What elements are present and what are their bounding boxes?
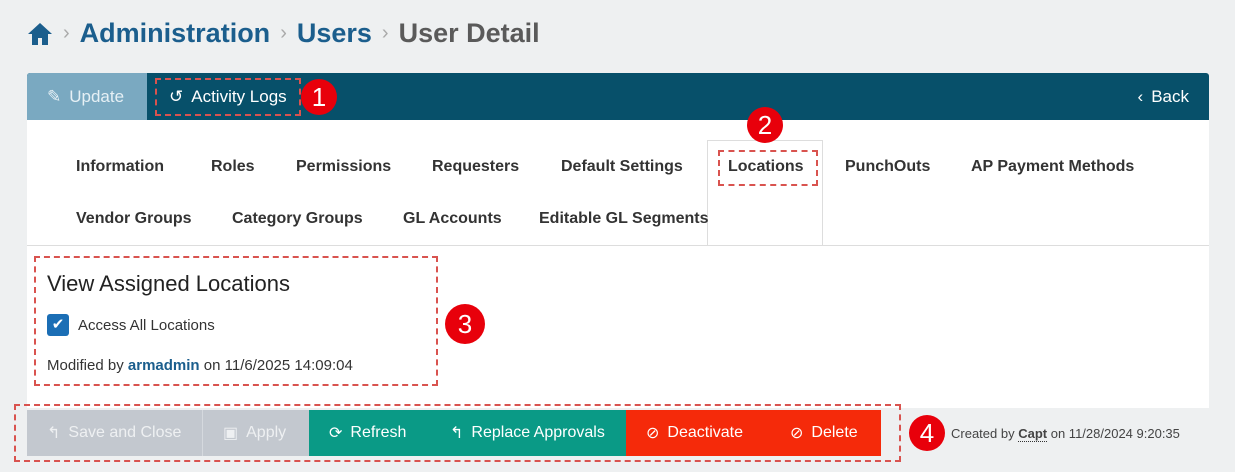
annotation-4: 4 [909,415,945,451]
reply-icon: ↰ [47,425,61,442]
update-label: Update [69,86,125,106]
chevron-right-icon: › [381,22,389,44]
chevron-right-icon: › [63,22,70,44]
reply-icon: ↰ [450,425,464,442]
tab-category-groups[interactable]: Category Groups [232,210,363,228]
replace-approvals-label: Replace Approvals [471,424,605,441]
modified-suffix: on 11/6/2025 14:09:04 [203,357,353,374]
created-user[interactable]: Capt [1018,426,1048,442]
created-suffix: on 11/28/2024 9:20:35 [1050,426,1180,441]
breadcrumb-users[interactable]: Users [297,18,372,49]
tab-ap-payment-methods[interactable]: AP Payment Methods [971,158,1134,176]
tab-permissions[interactable]: Permissions [296,158,391,176]
tab-punchouts[interactable]: PunchOuts [845,158,930,176]
ban-icon: ⊘ [646,425,660,442]
page-title: User Detail [398,18,540,48]
tab-gl-accounts[interactable]: GL Accounts [403,210,502,228]
chevron-left-icon: ‹ [1137,86,1144,106]
update-button[interactable]: ✎ Update [27,73,147,120]
modified-prefix: Modified by [47,357,124,374]
deactivate-label: Deactivate [667,424,743,441]
replace-approvals-button[interactable]: ↰ Replace Approvals [430,410,626,456]
save-icon: ▣ [223,425,239,442]
created-info: Created by Capt on 11/28/2024 9:20:35 [951,426,1180,442]
access-all-checkbox[interactable]: ✔ [47,314,69,336]
edit-icon: ✎ [47,86,62,106]
annotation-1: 1 [301,79,337,115]
ban-icon: ⊘ [790,425,804,442]
refresh-label: Refresh [350,424,407,441]
checkbox-label: Access All Locations [78,317,215,334]
refresh-icon: ⟳ [329,425,343,442]
tab-requesters[interactable]: Requesters [432,158,519,176]
annotation-2: 2 [747,107,783,143]
created-prefix: Created by [951,426,1015,441]
apply-button[interactable]: ▣ Apply [203,410,309,456]
breadcrumb-administration[interactable]: Administration [80,18,271,49]
footer-buttons: ↰ Save and Close ▣ Apply ⟳ Refresh ↰ Replace… [27,410,881,456]
back-button[interactable]: ‹ Back [1118,73,1209,120]
back-label: Back [1151,86,1189,106]
chevron-right-icon: › [280,22,287,44]
tab-information[interactable]: Information [76,158,164,176]
tab-locations[interactable]: Locations [728,158,804,176]
annotation-3: 3 [445,304,485,344]
delete-label: Delete [811,424,858,441]
tab-default-settings[interactable]: Default Settings [561,158,683,176]
tab-vendor-groups[interactable]: Vendor Groups [76,210,192,228]
tab-roles[interactable]: Roles [211,158,255,176]
divider [27,245,1209,246]
refresh-button[interactable]: ⟳ Refresh [309,410,430,456]
delete-button[interactable]: ⊘ Delete [770,410,881,456]
history-icon: ↺ [169,86,184,106]
modified-info: Modified by armadmin on 11/6/2025 14:09:… [47,357,353,374]
section-title: View Assigned Locations [47,271,290,296]
home-icon[interactable] [27,22,53,46]
modified-user-link[interactable]: armadmin [128,357,200,374]
save-and-close-label: Save and Close [68,424,182,441]
apply-label: Apply [246,424,287,441]
save-and-close-button[interactable]: ↰ Save and Close [27,410,203,456]
activity-logs-button[interactable]: ↺ Activity Logs [155,77,301,116]
toolbar: ✎ Update ↺ Activity Logs ‹ Back [27,73,1209,120]
check-icon: ✔ [51,316,65,333]
deactivate-button[interactable]: ⊘ Deactivate [626,410,770,456]
tab-editable-gl-segments[interactable]: Editable GL Segments [539,210,709,228]
breadcrumb: › Administration › Users › User Detail [27,18,540,49]
activity-logs-label: Activity Logs [191,86,287,106]
